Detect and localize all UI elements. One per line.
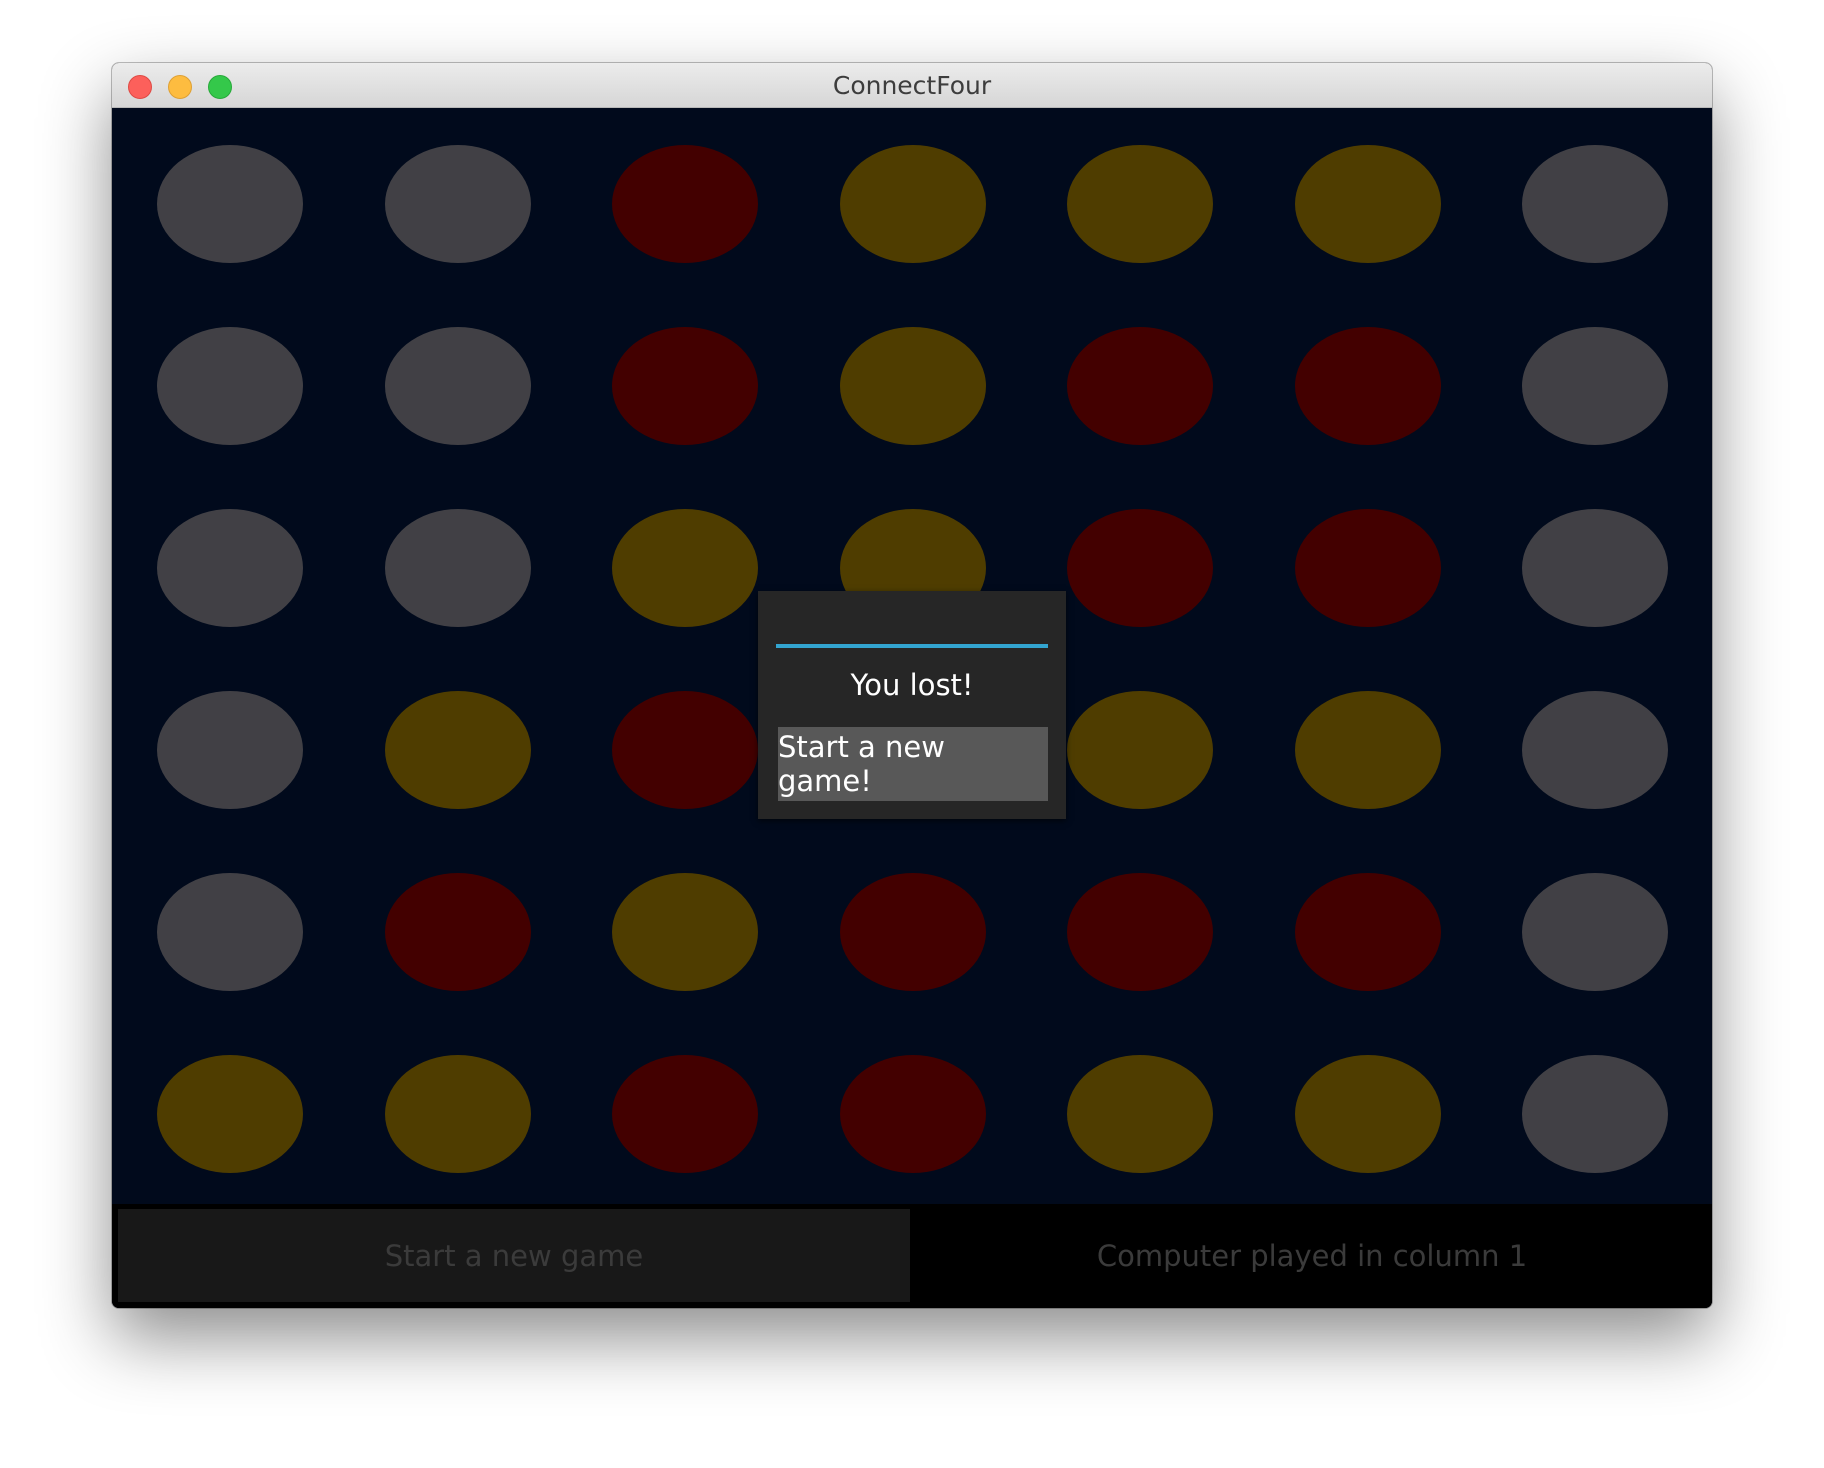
board-cell-r4-c7[interactable] [1522, 691, 1668, 809]
board-cell-r2-c2[interactable] [384, 327, 531, 445]
board-cell-r4-c1[interactable] [157, 691, 303, 809]
board-cell-r3-c1[interactable] [157, 509, 303, 627]
app-window: ConnectFour Start a new game Computer pl… [112, 63, 1712, 1308]
board-cell-r6-c7[interactable] [1522, 1055, 1668, 1173]
board-cell-r3-c3[interactable] [612, 509, 758, 627]
board-cell-r6-c5[interactable] [1067, 1055, 1213, 1173]
board-cell-r1-c4[interactable] [839, 145, 986, 263]
board-cell-r6-c4[interactable] [839, 1055, 986, 1173]
board-cell-r1-c2[interactable] [384, 145, 531, 263]
board-cell-r2-c7[interactable] [1522, 327, 1668, 445]
board-cell-r5-c4[interactable] [839, 873, 986, 991]
status-text: Computer played in column 1 [1096, 1238, 1528, 1273]
board-cell-r5-c7[interactable] [1522, 873, 1668, 991]
board-cell-r4-c2[interactable] [384, 691, 531, 809]
board-cell-r2-c6[interactable] [1294, 327, 1441, 445]
board-cell-r3-c6[interactable] [1294, 509, 1441, 627]
board-cell-r6-c2[interactable] [384, 1055, 531, 1173]
game-over-dialog: You lost! Start a new game! [758, 591, 1066, 819]
board-cell-r3-c2[interactable] [384, 509, 531, 627]
board-cell-r1-c5[interactable] [1067, 145, 1213, 263]
board-cell-r5-c1[interactable] [157, 873, 303, 991]
start-new-game-button[interactable]: Start a new game [118, 1209, 910, 1302]
board-cell-r4-c5[interactable] [1067, 691, 1213, 809]
board-cell-r5-c3[interactable] [612, 873, 758, 991]
bottom-bar: Start a new game Computer played in colu… [112, 1204, 1712, 1308]
board-cell-r5-c6[interactable] [1294, 873, 1441, 991]
board-cell-r5-c5[interactable] [1067, 873, 1213, 991]
dialog-new-game-button[interactable]: Start a new game! [778, 727, 1048, 801]
board-cell-r2-c5[interactable] [1067, 327, 1213, 445]
board-cell-r6-c6[interactable] [1294, 1055, 1441, 1173]
board-cell-r6-c3[interactable] [612, 1055, 758, 1173]
board-cell-r5-c2[interactable] [384, 873, 531, 991]
board-cell-r2-c1[interactable] [157, 327, 303, 445]
window-content: Start a new game Computer played in colu… [112, 108, 1712, 1308]
board-cell-r1-c1[interactable] [157, 145, 303, 263]
board-cell-r2-c4[interactable] [839, 327, 986, 445]
board-cell-r3-c5[interactable] [1067, 509, 1213, 627]
window-title: ConnectFour [832, 71, 992, 100]
board-cell-r1-c6[interactable] [1294, 145, 1441, 263]
dialog-title-separator [776, 644, 1048, 648]
board-cell-r1-c7[interactable] [1522, 145, 1668, 263]
board-cell-r4-c6[interactable] [1294, 691, 1441, 809]
board-cell-r4-c3[interactable] [612, 691, 758, 809]
title-bar[interactable]: ConnectFour [112, 63, 1712, 108]
dialog-message: You lost! [850, 668, 974, 702]
board-cell-r2-c3[interactable] [612, 327, 758, 445]
board-cell-r1-c3[interactable] [612, 145, 758, 263]
board-cell-r6-c1[interactable] [157, 1055, 303, 1173]
board-cell-r3-c7[interactable] [1522, 509, 1668, 627]
